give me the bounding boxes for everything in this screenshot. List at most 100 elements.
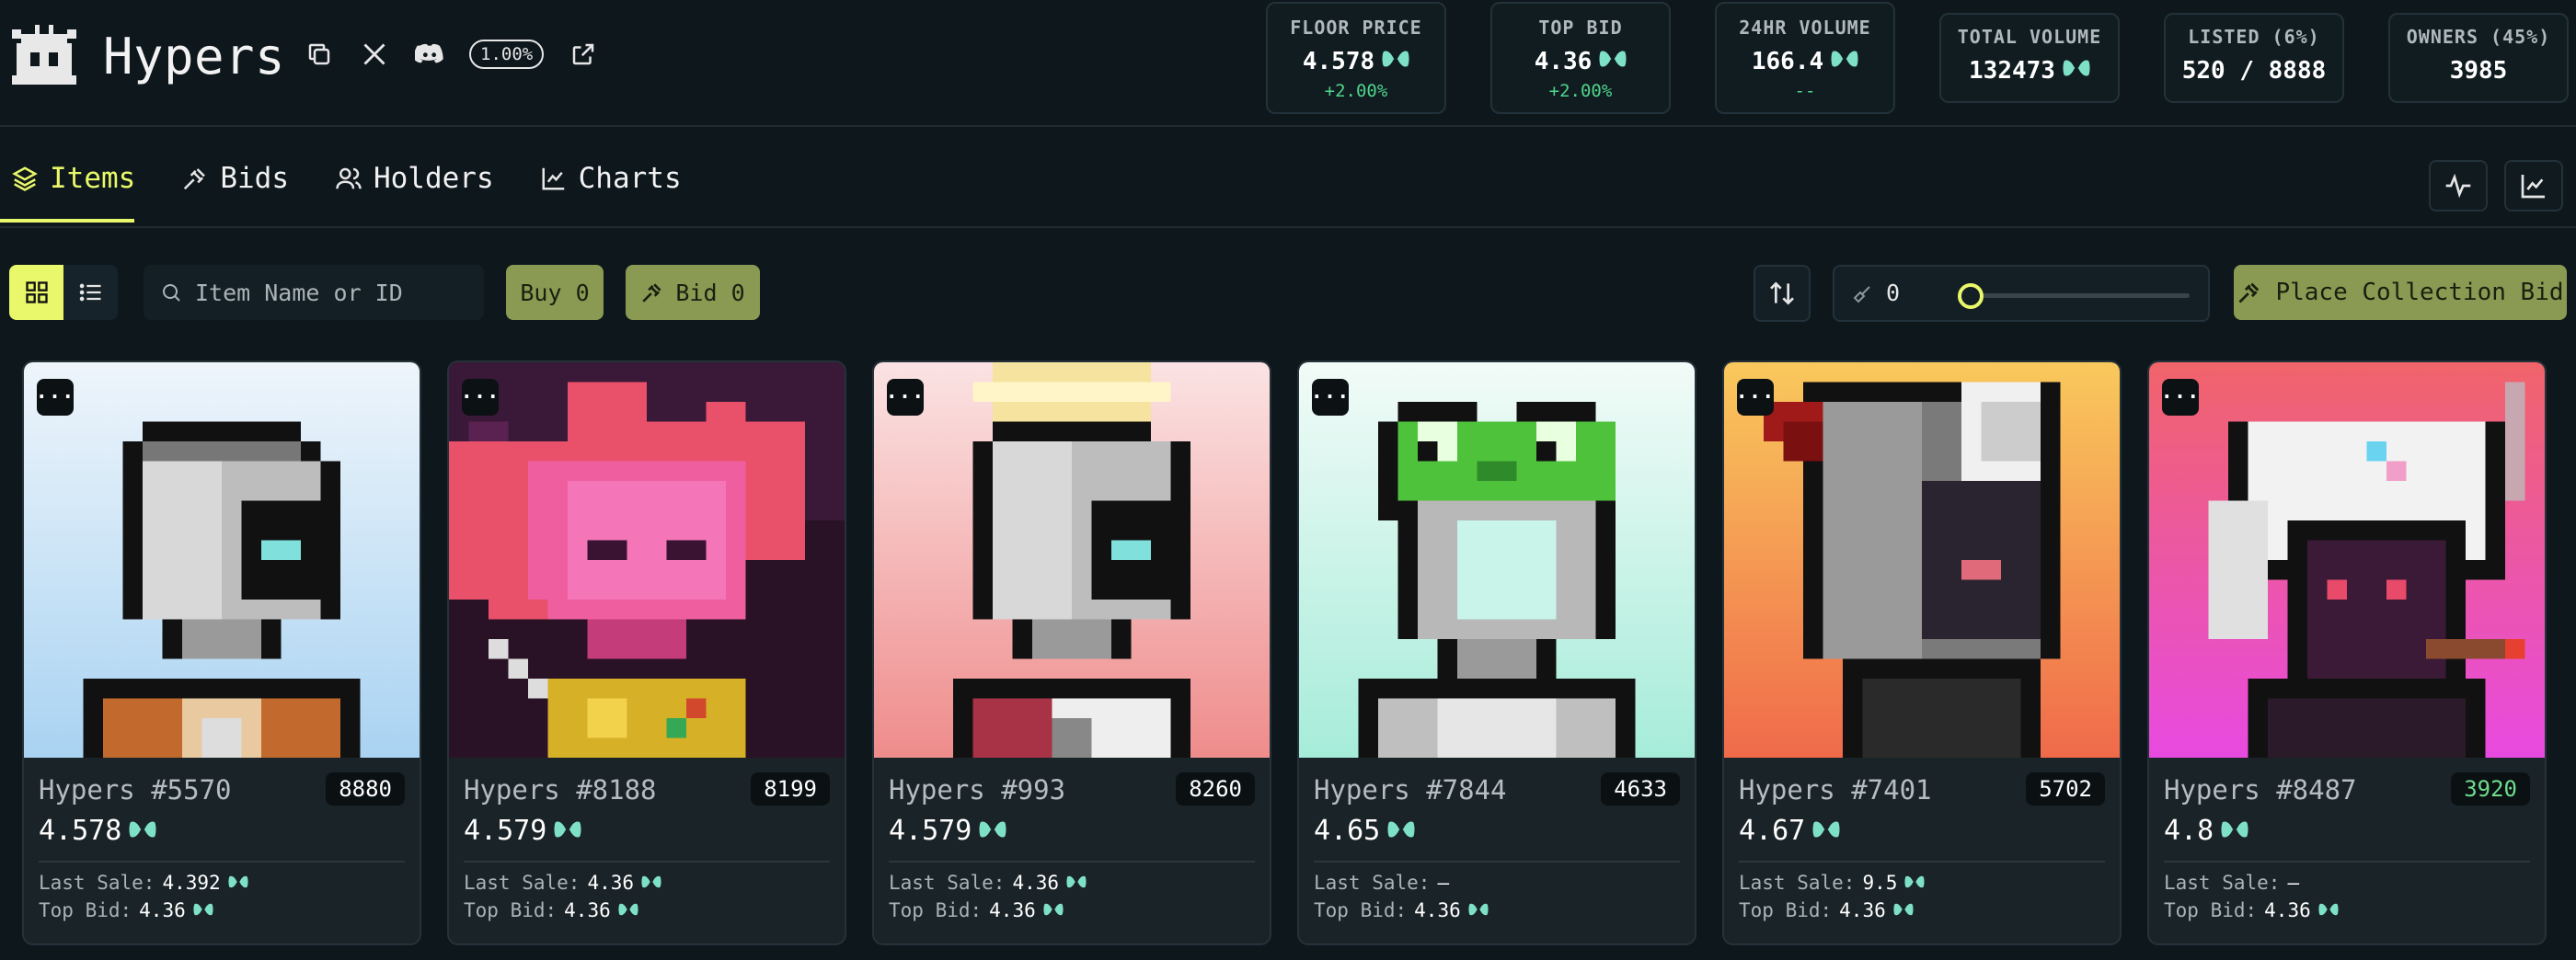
- gavel-icon: [2238, 282, 2260, 303]
- stat-label: 24HR VOLUME: [1739, 17, 1871, 39]
- list-icon: [79, 283, 100, 302]
- hype-token-icon: [618, 899, 638, 921]
- nft-card[interactable]: ··· Hypers #5570 8880 4.578 Last Sale: 4.…: [22, 360, 421, 945]
- price-value: 4.579: [889, 815, 972, 847]
- nft-price: 4.8: [2164, 815, 2248, 847]
- stat-value: 166.4: [1751, 48, 1824, 75]
- hype-token-icon: [1043, 899, 1064, 921]
- activity-pulse-button[interactable]: [2429, 160, 2488, 211]
- nft-name: Hypers #7844: [1314, 774, 1507, 806]
- external-link-icon[interactable]: [568, 39, 599, 70]
- tab-items[interactable]: Items: [11, 162, 135, 195]
- price-value: 4.8: [2164, 815, 2214, 847]
- discord-icon[interactable]: [414, 39, 445, 70]
- card-divider: [39, 861, 405, 863]
- stat-change: +2.00%: [1324, 81, 1388, 101]
- pulse-icon: [2445, 173, 2471, 199]
- last-sale: Last Sale: 4.392: [39, 872, 248, 894]
- stat-value: 4.578: [1302, 48, 1375, 75]
- nft-card[interactable]: ··· Hypers #8487 3920 4.8 Last Sale: – To…: [2147, 360, 2547, 945]
- nft-card[interactable]: ··· Hypers #7844 4633 4.65 Last Sale: – T…: [1297, 360, 1696, 945]
- hype-token-icon: [1066, 872, 1087, 894]
- stat-top-bid: TOP BID 4.36 +2.00%: [1490, 2, 1671, 114]
- buy-button[interactable]: Buy 0: [506, 265, 604, 320]
- nft-card[interactable]: ··· Hypers #8188 8199 4.579 Last Sale: 4.…: [447, 360, 846, 945]
- top-bid-value: 4.36: [1839, 899, 1886, 921]
- sweep-control: 0: [1833, 265, 2210, 322]
- list-view-button[interactable]: [63, 265, 118, 320]
- tab-charts[interactable]: Charts: [540, 162, 682, 195]
- hype-token-icon: [1812, 815, 1840, 847]
- price-chart-button[interactable]: [2504, 160, 2563, 211]
- card-divider: [2164, 861, 2530, 863]
- stat-change: --: [1794, 81, 1816, 101]
- royalty-badge: 1.00%: [469, 40, 545, 69]
- more-options-button[interactable]: ···: [36, 379, 74, 416]
- rarity-rank-badge: 4633: [1601, 772, 1680, 806]
- tab-holders[interactable]: Holders: [335, 162, 494, 195]
- sweep-slider-track[interactable]: [1969, 293, 2190, 298]
- stat-owners: OWNERS (45%) 3985: [2388, 13, 2569, 103]
- last-sale-label: Last Sale:: [2164, 872, 2281, 894]
- top-bid-value: 4.36: [989, 899, 1036, 921]
- grid-icon: [25, 281, 48, 303]
- bid-button[interactable]: Bid 0: [626, 265, 760, 320]
- active-tab-indicator: [0, 219, 134, 223]
- tab-bids[interactable]: Bids: [181, 162, 289, 195]
- card-divider: [1739, 861, 2105, 863]
- stat-floor-price: FLOOR PRICE 4.578 +2.00%: [1266, 2, 1446, 114]
- last-sale: Last Sale: 4.36: [464, 872, 661, 894]
- nft-card[interactable]: ··· Hypers #7401 5702 4.67 Last Sale: 9.5…: [1722, 360, 2122, 945]
- more-options-button[interactable]: ···: [886, 379, 924, 416]
- hype-token-icon: [193, 899, 213, 921]
- stat-label: TOTAL VOLUME: [1957, 26, 2102, 48]
- nft-card[interactable]: ··· Hypers #993 8260 4.579 Last Sale: 4.3…: [872, 360, 1271, 945]
- copy-icon[interactable]: [304, 39, 335, 70]
- last-sale-value: 4.36: [1012, 872, 1060, 894]
- sweep-slider-handle[interactable]: [1958, 283, 1984, 309]
- line-chart-icon: [2521, 175, 2545, 199]
- grid-view-button[interactable]: [9, 265, 63, 320]
- nft-name: Hypers #8188: [464, 774, 657, 806]
- more-options-button[interactable]: ···: [1736, 379, 1774, 416]
- nft-name: Hypers #5570: [39, 774, 232, 806]
- hype-token-icon: [554, 815, 581, 847]
- place-collection-bid-button[interactable]: Place Collection Bid: [2234, 265, 2567, 320]
- collection-logo: [12, 25, 76, 85]
- last-sale-label: Last Sale:: [39, 872, 155, 894]
- nft-name: Hypers #993: [889, 774, 1066, 806]
- more-options-button[interactable]: ···: [2161, 379, 2199, 416]
- rarity-rank-badge: 8880: [326, 772, 405, 806]
- stat-label: TOP BID: [1538, 17, 1623, 39]
- hype-token-icon: [2318, 899, 2339, 921]
- nft-image: [1724, 362, 2120, 758]
- sort-button[interactable]: [1754, 265, 1811, 322]
- search-input[interactable]: [195, 279, 471, 306]
- top-bid-value: 4.36: [2264, 899, 2311, 921]
- more-options-button[interactable]: ···: [461, 379, 499, 416]
- top-bid-value: 4.36: [139, 899, 186, 921]
- gavel-icon: [642, 283, 661, 303]
- last-sale-label: Last Sale:: [464, 872, 581, 894]
- broom-icon: [1853, 286, 1870, 303]
- nft-price: 4.579: [889, 815, 1006, 847]
- more-options-button[interactable]: ···: [1311, 379, 1349, 416]
- card-divider: [889, 861, 1255, 863]
- last-sale-value: –: [2287, 872, 2300, 894]
- x-twitter-icon[interactable]: [359, 39, 390, 70]
- stat-label: FLOOR PRICE: [1290, 17, 1422, 39]
- top-bid-label: Top Bid:: [39, 899, 132, 921]
- stat-value: 3985: [2449, 57, 2508, 85]
- nft-price: 4.67: [1739, 815, 1840, 847]
- last-sale-label: Last Sale:: [1314, 872, 1431, 894]
- stat-listed: LISTED (6%) 520 / 8888: [2164, 13, 2344, 103]
- last-sale: Last Sale: –: [1314, 872, 1449, 894]
- buy-button-label: Buy 0: [520, 279, 590, 306]
- sweep-count: 0: [1886, 280, 1901, 306]
- nft-price: 4.579: [464, 815, 581, 847]
- card-divider: [464, 861, 830, 863]
- last-sale: Last Sale: –: [2164, 872, 2299, 894]
- price-value: 4.579: [464, 815, 547, 847]
- line-chart-icon: [542, 167, 564, 190]
- rarity-rank-badge: 5702: [2026, 772, 2105, 806]
